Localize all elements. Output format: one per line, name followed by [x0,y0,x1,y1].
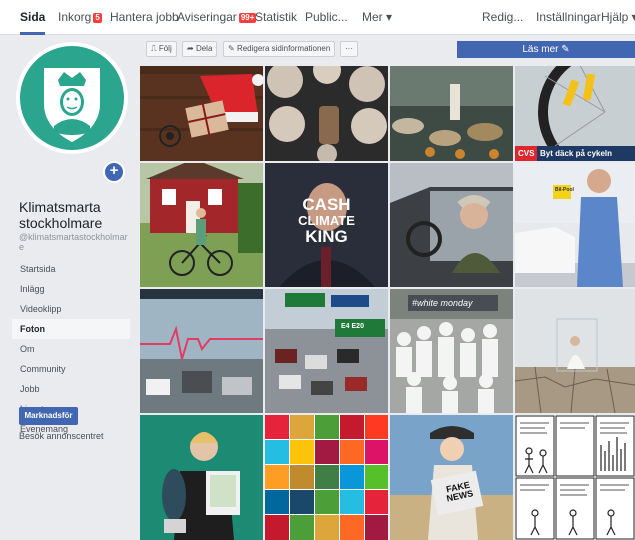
white-monday-tag: #white monday [412,298,473,308]
photo-sdg-goals [265,415,388,540]
photo-tile[interactable] [265,66,388,161]
left-sidebar: + Klimatsmarta stockholmare @klimatsmart… [0,36,138,540]
bilpool-sign: Bil-Pool [555,187,574,193]
tab-publicering[interactable]: Public... [305,0,348,35]
tab-mer[interactable]: Mer ▾ [362,0,392,35]
page-top-nav: Sida Inkorg 5 Hantera jobb Aviseringar 99+… [0,0,635,35]
tab-inkorg[interactable]: Inkorg 5 [58,0,102,35]
edit-page-info-button[interactable]: ✎ Redigera sidinformationen [223,41,336,57]
photo-tile[interactable]: CASH CLIMATE KING [265,163,388,287]
photo-tile[interactable] [140,415,263,540]
page-title: Klimatsmarta stockholmare [19,199,103,231]
bike-caption: Byt däck på cykeln [540,149,613,158]
photo-tile[interactable]: E4 E20 [265,289,388,413]
pencil-icon: ✎ [561,44,570,55]
nav-inlagg[interactable]: Inlägg [12,279,130,299]
photo-tile[interactable] [140,163,263,287]
pencil-icon: ✎ [228,44,235,53]
photo-man-bilpool [515,163,635,287]
photo-tile[interactable]: Bil-Pool [515,163,635,287]
ad-center-link[interactable]: Besök annonscentret [19,431,104,441]
photo-tile[interactable] [515,289,635,413]
photo-tile[interactable] [390,163,513,287]
tab-statistik[interactable]: Statistik [255,0,297,35]
rss-icon: ⎍ [151,44,157,53]
profile-picture[interactable] [16,42,128,154]
photo-tile[interactable]: #white monday [390,289,513,413]
nav-startsida[interactable]: Startsida [12,259,130,279]
tab-aviseringar[interactable]: Aviseringar 99+ [177,0,257,35]
tab-installningar[interactable]: Inställningar [536,0,601,35]
photo-woman-in-car [390,163,513,287]
photo-tile[interactable] [140,289,263,413]
tab-redigera[interactable]: Redig... [482,0,523,35]
tab-hjalp[interactable]: Hjälp ▾ [601,0,635,35]
nav-videoklipp[interactable]: Videoklipp [12,299,130,319]
read-more-button[interactable]: Läs mer ✎ [457,41,635,58]
update-profile-picture-icon[interactable]: + [103,161,125,183]
photo-fake-news-boy [390,415,513,540]
photo-tile[interactable]: CVS Byt däck på cykeln [515,66,635,161]
photo-tile[interactable] [390,66,513,161]
nav-om[interactable]: Om [12,339,130,359]
photo-tile[interactable] [515,415,635,540]
promote-button[interactable]: Marknadsför [19,407,78,425]
photo-woman-cracked-earth [515,289,635,413]
nav-community[interactable]: Community [12,359,130,379]
photo-bike-tire [515,66,635,161]
nav-jobb[interactable]: Jobb [12,379,130,399]
follow-button[interactable]: ⎍ Följ [146,41,177,57]
photo-traffic-jam [265,289,388,413]
photo-gift-santa-hat [140,66,263,161]
photo-red-house-bike [140,163,263,287]
photo-cookies [265,66,388,161]
tab-sida[interactable]: Sida [20,0,46,35]
cash-climate-king-text: CASH CLIMATE KING [298,195,355,246]
stockholm-crest-logo [20,46,124,150]
inbox-count-badge: 5 [93,13,102,23]
photo-tile[interactable] [140,66,263,161]
share-button[interactable]: ➦ Dela [182,41,218,57]
more-options-button[interactable]: ··· [340,41,358,57]
tab-hantera-jobb[interactable]: Hantera jobb [110,0,179,35]
photo-highway-heartbeat [140,289,263,413]
crest-icon [44,68,100,142]
share-arrow-icon: ➦ [187,44,194,53]
notifications-count-badge: 99+ [238,13,257,23]
photo-tile[interactable]: FAKE NEWS [390,415,513,540]
photo-tile[interactable] [265,415,388,540]
nav-foton[interactable]: Foton [12,319,130,339]
cvs-brand-label: CVS [518,149,535,158]
photo-grid: CVS Byt däck på cykeln CASH CLIMATE KING… [140,66,635,540]
photo-xkcd-comic [515,415,635,540]
photo-food-table [390,66,513,161]
road-sign-text: E4 E20 [341,323,364,330]
photo-woman-with-award [140,415,263,540]
page-username[interactable]: @klimatsmartastockholmare [19,232,132,252]
